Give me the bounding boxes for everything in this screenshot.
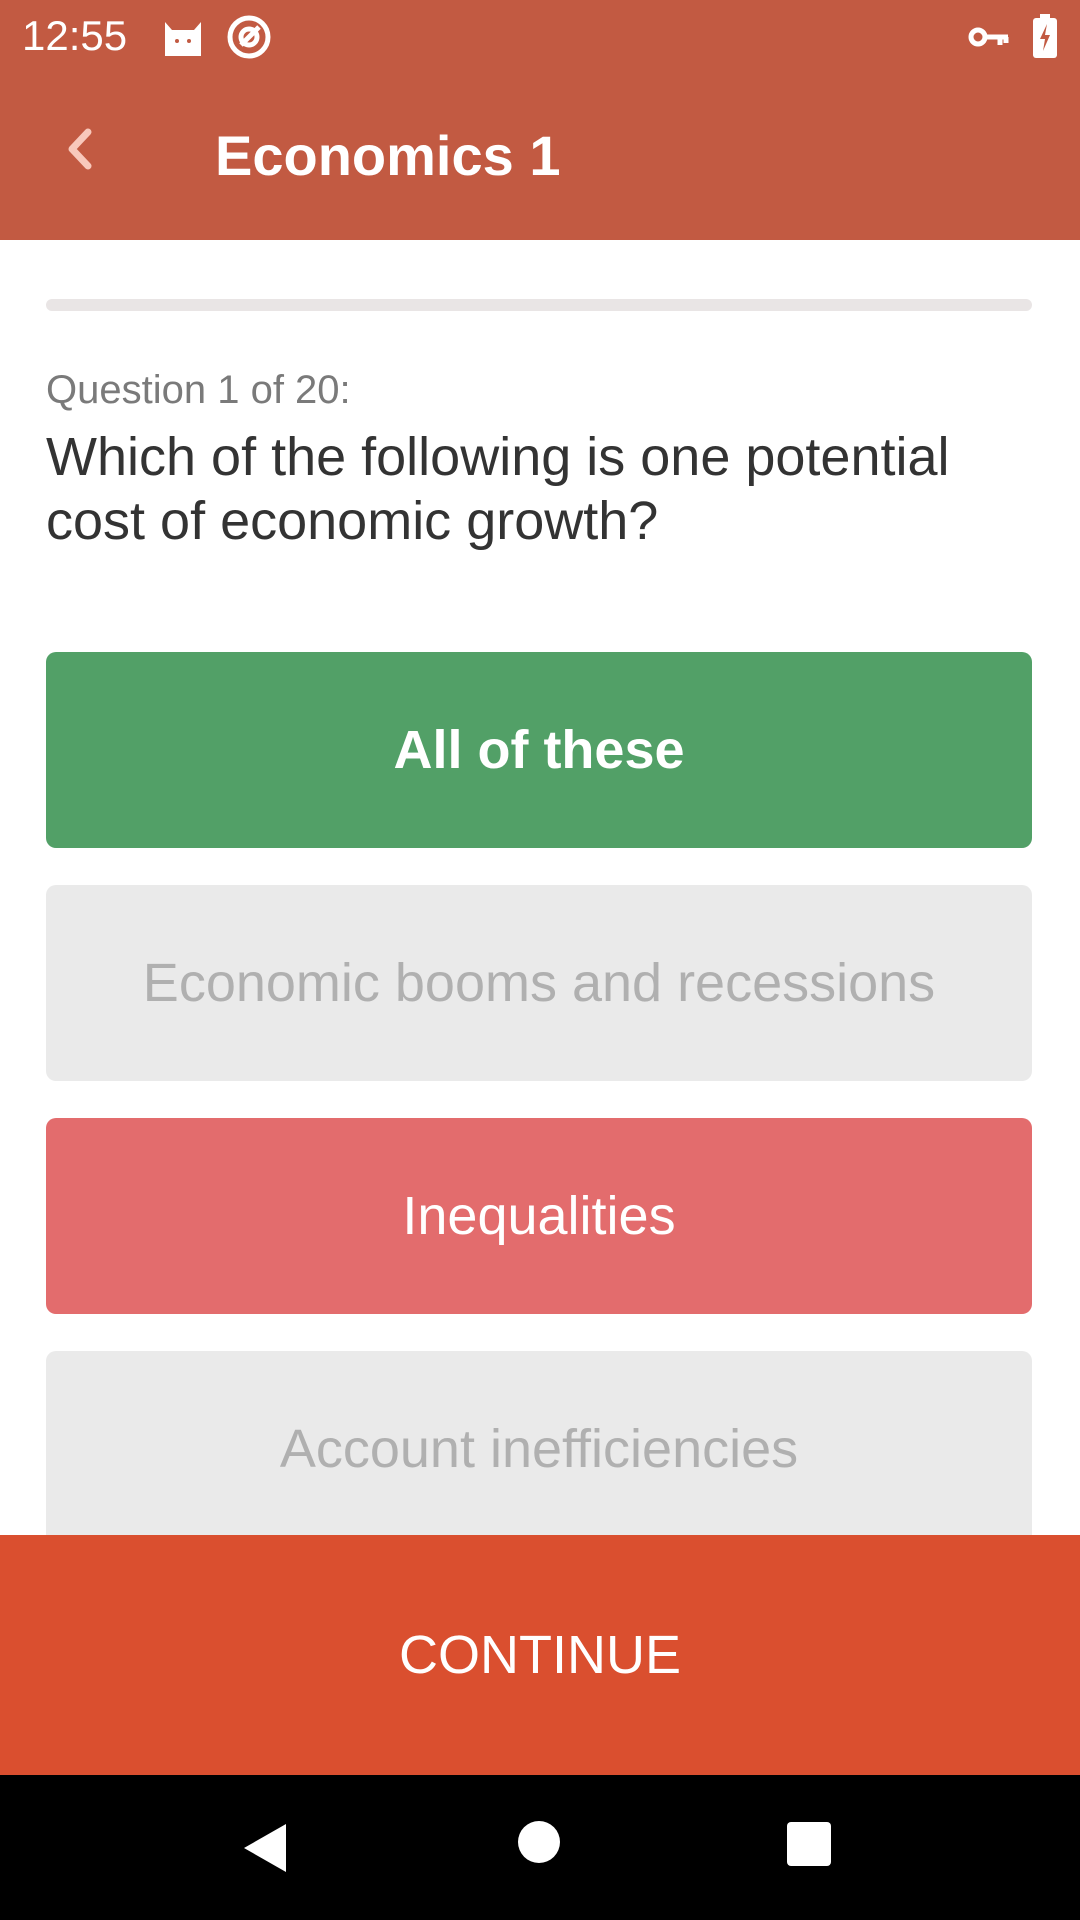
system-nav-bar xyxy=(0,1775,1080,1920)
home-circle-icon[interactable] xyxy=(516,1819,562,1870)
answer-option[interactable]: Economic booms and recessions xyxy=(46,885,1032,1081)
question-text: Which of the following is one potential … xyxy=(46,427,950,551)
question-counter: Question 1 of 20: xyxy=(46,368,351,412)
app-bar: Economics 1 xyxy=(0,72,1080,240)
status-time: 12:55 xyxy=(22,12,128,59)
vpn-key-icon xyxy=(968,22,1010,57)
answer-option-correct[interactable]: All of these xyxy=(46,652,1032,848)
cat-notification-icon xyxy=(160,14,206,63)
quiz-progress-bar xyxy=(46,299,1032,311)
continue-button[interactable]: CONTINUE xyxy=(0,1535,1080,1775)
chevron-left-icon xyxy=(68,128,92,170)
status-bar: 12:55 xyxy=(0,0,1080,72)
at-sign-icon xyxy=(226,14,272,65)
answer-option[interactable]: Account inefficiencies xyxy=(46,1351,1032,1547)
answer-option-wrong[interactable]: Inequalities xyxy=(46,1118,1032,1314)
page-title: Economics 1 xyxy=(215,124,561,187)
back-triangle-icon[interactable] xyxy=(240,1820,290,1881)
battery-charging-icon xyxy=(1032,14,1058,63)
back-button[interactable] xyxy=(52,114,112,184)
recents-square-icon[interactable] xyxy=(786,1821,832,1872)
